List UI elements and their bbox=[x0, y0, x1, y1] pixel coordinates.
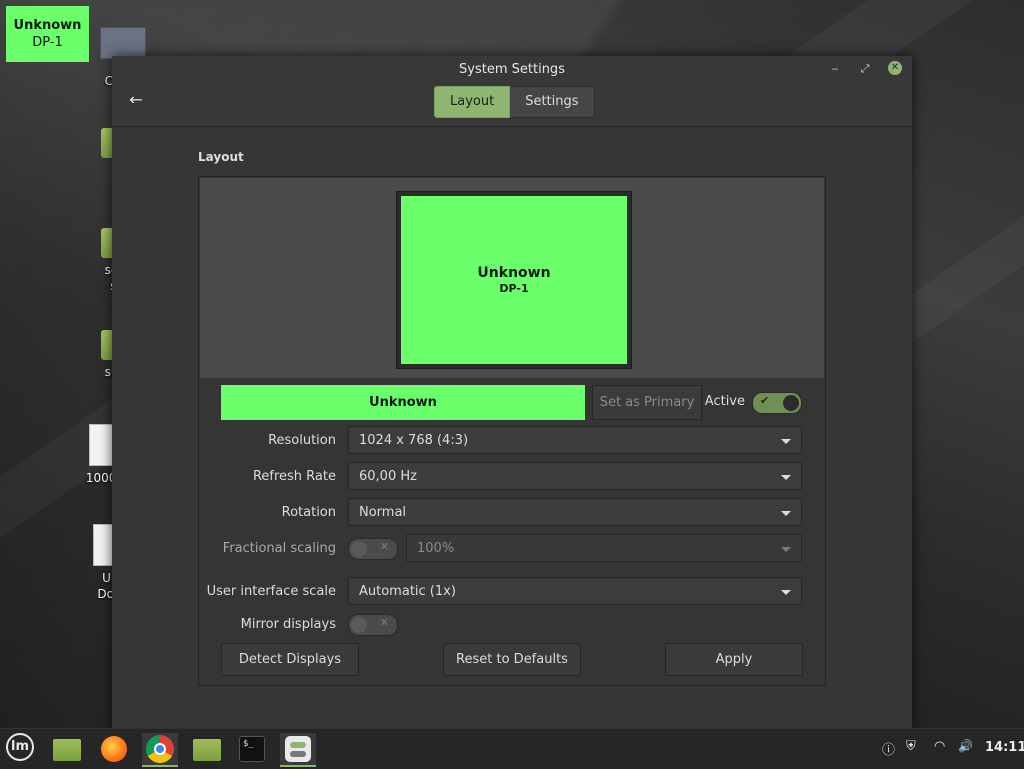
refresh-rate-label: Refresh Rate bbox=[252, 469, 336, 484]
firefox-icon bbox=[101, 736, 127, 762]
monitor-name-label: Unknown bbox=[221, 385, 585, 420]
view-switcher: Layout Settings bbox=[434, 86, 595, 118]
section-title: Layout bbox=[198, 150, 244, 164]
toggle-knob bbox=[783, 395, 799, 411]
fractional-scaling-value: 100% bbox=[417, 541, 455, 556]
fractional-scaling-toggle[interactable]: ✕ bbox=[348, 538, 398, 560]
identify-connector: DP-1 bbox=[32, 35, 63, 50]
taskbar-chrome[interactable] bbox=[142, 733, 178, 767]
tab-layout[interactable]: Layout bbox=[434, 86, 511, 118]
chevron-down-icon bbox=[781, 511, 791, 516]
ui-scale-value: Automatic (1x) bbox=[359, 584, 456, 599]
monitor-row: Unknown Set as Primary Active ✔ bbox=[221, 385, 805, 421]
resolution-select[interactable]: 1024 x 768 (4:3) bbox=[348, 426, 802, 454]
detect-displays-button[interactable]: Detect Displays bbox=[221, 643, 359, 676]
monitor-identify-label: Unknown DP-1 bbox=[6, 6, 89, 62]
tab-settings[interactable]: Settings bbox=[510, 86, 595, 118]
taskbar: lm $_ ⓘ ⛨ ◠ 🔊 14:11 bbox=[0, 728, 1024, 769]
chevron-down-icon bbox=[781, 590, 791, 595]
folder-icon bbox=[53, 739, 81, 761]
toggle-knob bbox=[351, 541, 367, 557]
ui-scale-label: User interface scale bbox=[206, 584, 336, 599]
taskbar-system-settings[interactable] bbox=[280, 733, 316, 767]
window-titlebar[interactable]: System Settings ‒ ⤢ ✕ ← Layout Settings bbox=[112, 56, 912, 127]
apply-button[interactable]: Apply bbox=[665, 643, 803, 676]
system-settings-window: System Settings ‒ ⤢ ✕ ← Layout Settings … bbox=[112, 56, 912, 728]
check-icon: ✔ bbox=[760, 394, 770, 407]
folder-icon bbox=[193, 739, 221, 761]
clock[interactable]: 14:11 bbox=[985, 740, 1024, 755]
computer-icon[interactable] bbox=[100, 27, 146, 59]
chevron-down-icon bbox=[781, 475, 791, 480]
cross-icon: ✕ bbox=[379, 540, 389, 553]
ui-scale-select[interactable]: Automatic (1x) bbox=[348, 577, 802, 605]
identify-name: Unknown bbox=[13, 18, 82, 33]
volume-icon[interactable]: 🔊 bbox=[958, 739, 973, 753]
settings-icon bbox=[285, 736, 311, 762]
wifi-icon[interactable]: ◠ bbox=[934, 739, 945, 754]
maximize-icon[interactable]: ⤢ bbox=[856, 60, 874, 78]
taskbar-firefox[interactable] bbox=[96, 733, 132, 765]
mirror-displays-toggle[interactable]: ✕ bbox=[348, 614, 398, 636]
refresh-rate-select[interactable]: 60,00 Hz bbox=[348, 462, 802, 490]
rotation-label: Rotation bbox=[281, 505, 336, 520]
preview-connector: DP-1 bbox=[499, 281, 529, 295]
taskbar-terminal[interactable]: $_ bbox=[234, 733, 270, 765]
active-toggle[interactable]: ✔ bbox=[752, 392, 802, 414]
minimize-icon[interactable]: ‒ bbox=[826, 60, 844, 78]
layout-frame: Unknown DP-1 Unknown Set as Primary Acti… bbox=[198, 176, 826, 686]
cross-icon: ✕ bbox=[379, 616, 389, 629]
rotation-value: Normal bbox=[359, 505, 407, 520]
chevron-down-icon bbox=[781, 547, 791, 552]
preview-monitor-name: Unknown bbox=[477, 264, 551, 281]
terminal-icon: $_ bbox=[239, 736, 265, 762]
chevron-down-icon bbox=[781, 439, 791, 444]
back-arrow-icon[interactable]: ← bbox=[126, 90, 146, 110]
monitor-preview[interactable]: Unknown DP-1 bbox=[396, 191, 632, 369]
resolution-label: Resolution bbox=[268, 433, 336, 448]
fractional-scaling-label: Fractional scaling bbox=[222, 541, 336, 556]
mirror-displays-label: Mirror displays bbox=[240, 617, 336, 632]
refresh-rate-value: 60,00 Hz bbox=[359, 469, 417, 484]
resolution-value: 1024 x 768 (4:3) bbox=[359, 433, 469, 448]
shield-icon[interactable]: ⛨ bbox=[906, 739, 916, 754]
menu-icon[interactable]: lm bbox=[6, 733, 34, 761]
reset-to-defaults-button[interactable]: Reset to Defaults bbox=[443, 643, 581, 676]
close-icon[interactable]: ✕ bbox=[888, 61, 902, 75]
taskbar-files-2[interactable] bbox=[188, 733, 224, 765]
window-title: System Settings bbox=[459, 62, 565, 77]
chrome-icon bbox=[146, 735, 174, 763]
monitor-preview-screen[interactable]: Unknown DP-1 bbox=[401, 196, 627, 364]
toggle-knob bbox=[351, 617, 367, 633]
rotation-select[interactable]: Normal bbox=[348, 498, 802, 526]
monitor-preview-area: Unknown DP-1 bbox=[200, 178, 824, 378]
taskbar-files[interactable] bbox=[48, 733, 84, 765]
active-label: Active bbox=[704, 394, 745, 409]
fractional-scaling-select: 100% bbox=[406, 534, 802, 562]
info-icon[interactable]: ⓘ bbox=[882, 739, 895, 758]
set-primary-button[interactable]: Set as Primary bbox=[592, 385, 702, 420]
